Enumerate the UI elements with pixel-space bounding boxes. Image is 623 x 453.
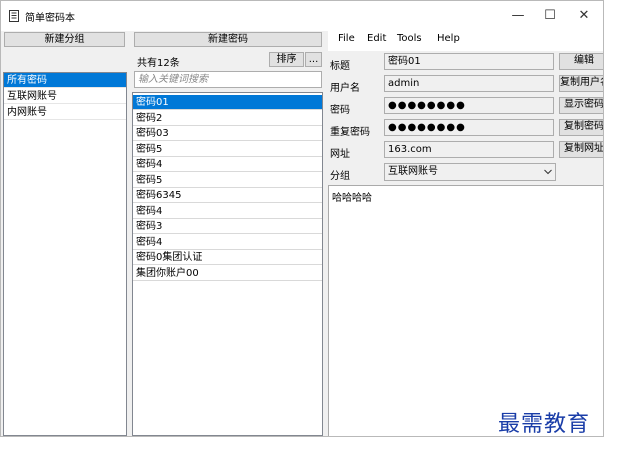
- title-field[interactable]: 密码01: [384, 53, 554, 70]
- close-button[interactable]: ✕: [567, 1, 601, 31]
- menu-bar: File Edit Tools Help: [328, 31, 603, 51]
- password-list-item[interactable]: 密码4: [133, 157, 322, 172]
- password-count: 共有12条: [137, 58, 180, 69]
- group-label: 分组: [330, 171, 350, 182]
- url-label: 网址: [330, 149, 350, 160]
- notes-textarea[interactable]: 哈哈哈哈: [328, 185, 603, 436]
- username-label: 用户名: [330, 83, 360, 94]
- maximize-icon: ☐: [544, 8, 556, 23]
- password-list-item[interactable]: 密码0集团认证: [133, 250, 322, 265]
- edit-button[interactable]: 编辑: [559, 53, 603, 70]
- new-password-button[interactable]: 新建密码: [134, 32, 322, 47]
- password-list-item[interactable]: 密码03: [133, 126, 322, 141]
- title-bar: 简单密码本 — ☐ ✕: [1, 1, 603, 31]
- notes-text: 哈哈哈哈: [332, 193, 372, 204]
- password-list-item[interactable]: 密码01: [133, 95, 322, 110]
- repeat-password-field[interactable]: ●●●●●●●●: [384, 119, 554, 136]
- password-list-item[interactable]: 集团你账户00: [133, 266, 322, 281]
- group-select-value: 互联网账号: [388, 166, 438, 177]
- show-password-button[interactable]: 显示密码: [559, 97, 603, 114]
- chevron-down-icon: [544, 169, 552, 175]
- password-list-item[interactable]: 密码3: [133, 219, 322, 234]
- app-window: 简单密码本 — ☐ ✕ 新建分组 所有密码 互联网账号 内网账号 新建密码 共有12…: [0, 0, 604, 437]
- copy-password-button[interactable]: 复制密码: [559, 119, 603, 136]
- group-item[interactable]: 内网账号: [4, 105, 126, 120]
- password-list-item[interactable]: 密码5: [133, 142, 322, 157]
- password-list-item[interactable]: 密码2: [133, 111, 322, 126]
- password-field[interactable]: ●●●●●●●●: [384, 97, 554, 114]
- password-list-item[interactable]: 密码6345: [133, 188, 322, 203]
- menu-file[interactable]: File: [338, 33, 355, 44]
- more-button[interactable]: ...: [305, 52, 322, 67]
- password-label: 密码: [330, 105, 350, 116]
- window-title: 简单密码本: [25, 13, 75, 24]
- watermark-text: 最需教育: [498, 412, 591, 437]
- search-input[interactable]: 输入关键词搜索: [134, 71, 322, 88]
- group-item[interactable]: 所有密码: [4, 73, 126, 88]
- group-select[interactable]: 互联网账号: [384, 163, 556, 181]
- menu-edit[interactable]: Edit: [367, 33, 386, 44]
- password-list-item[interactable]: 密码5: [133, 173, 322, 188]
- copy-username-button[interactable]: 复制用户名: [559, 75, 603, 92]
- repeat-password-label: 重复密码: [330, 127, 370, 138]
- minimize-icon: —: [511, 8, 525, 23]
- menu-tools[interactable]: Tools: [397, 33, 422, 44]
- group-item[interactable]: 互联网账号: [4, 89, 126, 104]
- password-list-item[interactable]: 密码4: [133, 235, 322, 250]
- maximize-button[interactable]: ☐: [533, 1, 567, 31]
- url-field[interactable]: 163.com: [384, 141, 554, 158]
- group-list[interactable]: 所有密码 互联网账号 内网账号: [3, 72, 127, 436]
- title-label: 标题: [330, 61, 350, 72]
- username-field[interactable]: admin: [384, 75, 554, 92]
- menu-help[interactable]: Help: [437, 33, 460, 44]
- close-icon: ✕: [578, 8, 590, 23]
- sort-button[interactable]: 排序: [269, 52, 304, 67]
- password-list-item[interactable]: 密码4: [133, 204, 322, 219]
- password-list[interactable]: 密码01 密码2 密码03 密码5 密码4 密码5 密码6345 密码4 密码3 密码4 密码0集团…: [132, 92, 323, 436]
- new-group-button[interactable]: 新建分组: [4, 32, 125, 47]
- copy-url-button[interactable]: 复制网址: [559, 141, 603, 158]
- notebook-icon: [9, 10, 19, 22]
- minimize-button[interactable]: —: [501, 1, 535, 31]
